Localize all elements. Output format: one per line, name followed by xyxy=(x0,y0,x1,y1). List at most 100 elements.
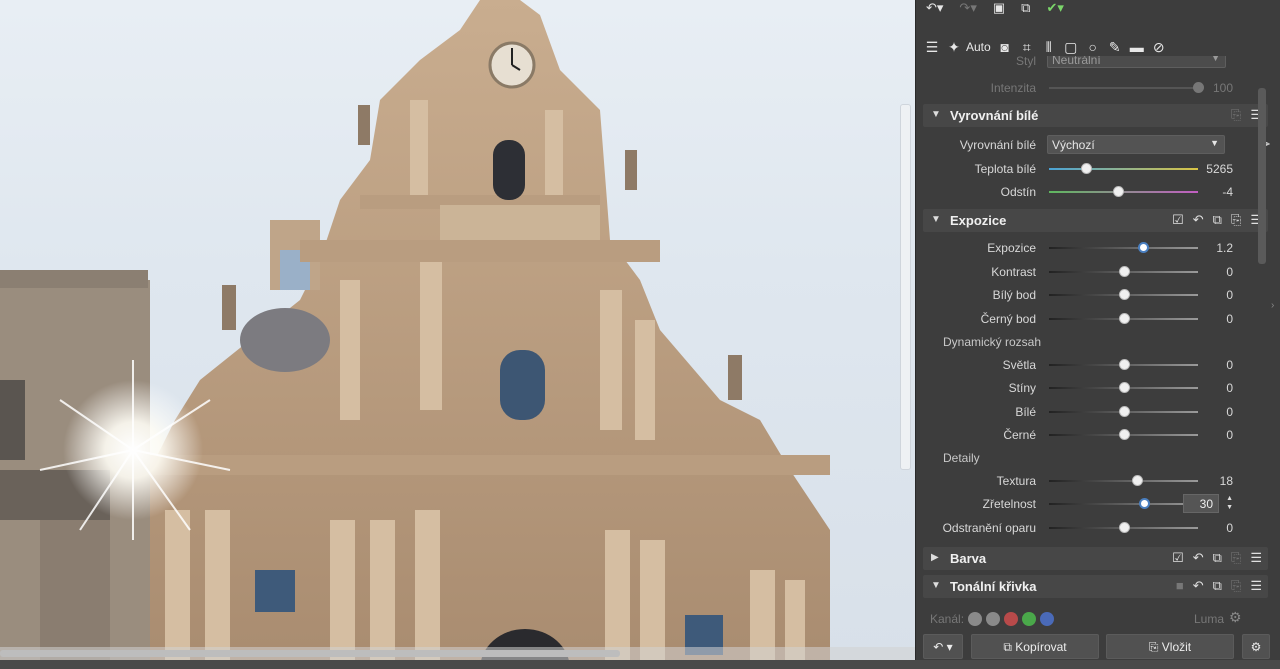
channel-red-swatch[interactable] xyxy=(1004,612,1019,626)
slider-row: Bílý bod 0 xyxy=(916,285,1261,305)
slider-label: Expozice xyxy=(987,241,1036,255)
slider-label: Černý bod xyxy=(980,311,1036,326)
slider-knob[interactable] xyxy=(1118,359,1130,370)
slider-knob[interactable] xyxy=(1118,312,1130,324)
intensity-knob[interactable] xyxy=(1193,82,1204,93)
slider-knob[interactable] xyxy=(1118,265,1130,277)
settings-button[interactable]: ⚙ xyxy=(1242,634,1270,659)
style-value: Neutrální xyxy=(1052,56,1101,67)
sliders-icon[interactable]: ☰ xyxy=(924,39,940,56)
reset-icon[interactable]: ↶ xyxy=(1193,578,1204,594)
slider-row: Černé 0 xyxy=(916,425,1261,445)
collapse-arrow-icon[interactable]: ▼ xyxy=(931,580,941,591)
checkbox-icon[interactable]: ☑ xyxy=(1172,212,1184,228)
channel-luma-swatch[interactable] xyxy=(986,612,1001,626)
channel-rgb-swatch[interactable] xyxy=(968,612,983,626)
value-input[interactable]: 30 xyxy=(1183,494,1219,514)
reset-icon[interactable]: ↶ xyxy=(1193,550,1204,566)
luma-label: Luma xyxy=(1194,612,1225,626)
style-label: Styl xyxy=(1015,56,1036,68)
perspective-icon[interactable]: ⫴ xyxy=(1041,39,1057,56)
circle-mask-icon[interactable]: ○ xyxy=(1085,39,1101,55)
wb-temp-knob[interactable] xyxy=(1081,163,1093,174)
slider-row: Stíny 0 xyxy=(916,378,1261,398)
preview-vertical-scrollbar[interactable] xyxy=(900,104,911,470)
camera-icon[interactable]: ◙ xyxy=(997,39,1013,55)
slider-label: Zřetelnost xyxy=(982,497,1036,512)
cathedral-photo xyxy=(0,0,830,669)
eraser-icon[interactable]: ▬ xyxy=(1129,39,1145,55)
slider-knob[interactable] xyxy=(1118,382,1130,394)
image-icon[interactable]: ▣ xyxy=(993,0,1005,15)
bandage-icon[interactable]: ⊘ xyxy=(1151,39,1167,56)
slider-value: 0 xyxy=(1226,358,1233,372)
paste-icon[interactable]: ⎘ xyxy=(1231,578,1241,594)
collapse-arrow-icon[interactable]: ▼ xyxy=(931,214,941,225)
paste-button[interactable]: ⎘ Vložit xyxy=(1106,634,1234,659)
wb-tint-knob[interactable] xyxy=(1112,186,1124,197)
white-balance-header[interactable]: ▼ Vyrovnání bílé ⎘ ☰ xyxy=(923,104,1268,127)
accept-icon[interactable]: ✔▾ xyxy=(1046,0,1063,15)
slider-track[interactable] xyxy=(1049,247,1198,249)
panel-scrollbar[interactable] xyxy=(1258,88,1266,264)
auto-button[interactable]: Auto xyxy=(966,40,991,54)
channel-selector: Kanál: xyxy=(930,611,1055,627)
copy-icon[interactable]: ⧉ xyxy=(1213,550,1222,566)
copy-label: Kopírovat xyxy=(1015,640,1067,654)
slider-label: Černé xyxy=(1003,427,1036,442)
channel-green-swatch[interactable] xyxy=(1022,612,1037,626)
slider-label: Bílé xyxy=(1015,404,1036,419)
copy-settings-icon[interactable]: ⎘ xyxy=(1231,107,1241,123)
panel-toggle-icon[interactable]: › xyxy=(1271,300,1274,311)
exposure-header[interactable]: ▼ Expozice ☑ ↶ ⧉ ⎘ ☰ xyxy=(923,209,1268,232)
slider-knob[interactable] xyxy=(1118,521,1130,533)
slider-knob[interactable] xyxy=(1118,405,1130,417)
slider-knob[interactable] xyxy=(1139,498,1151,510)
gear-icon[interactable]: ⚙ xyxy=(1229,609,1242,626)
slider-track[interactable] xyxy=(1049,480,1198,482)
slider-value: 0 xyxy=(1226,404,1233,419)
wb-tint-row: Odstín -4 xyxy=(916,182,1261,202)
paste-icon[interactable]: ⎘ xyxy=(1231,212,1241,228)
menu-icon[interactable]: ☰ xyxy=(1250,550,1262,566)
wb-preset-dropdown[interactable]: Výchozí ▼ xyxy=(1047,135,1225,154)
slider-knob[interactable] xyxy=(1137,242,1149,253)
redo-icon[interactable]: ↷▾ xyxy=(959,0,976,15)
slider-knob[interactable] xyxy=(1118,428,1130,440)
crop-icon[interactable]: ⌗ xyxy=(1019,39,1035,56)
color-header[interactable]: ▶ Barva ☑ ↶ ⧉ ⎘ ☰ xyxy=(923,547,1268,570)
tone-curve-header[interactable]: ▼ Tonální křivka ■ ↶ ⧉ ⎘ ☰ xyxy=(923,575,1268,598)
slider-row: Expozice 1.2 xyxy=(916,238,1261,258)
history-icon[interactable]: ↶▾ xyxy=(926,0,943,15)
magic-wand-icon[interactable]: ✦ xyxy=(946,39,962,56)
reset-icon[interactable]: ↶ xyxy=(1193,212,1204,228)
checkbox-icon[interactable]: ☑ xyxy=(1172,550,1184,566)
spinner-arrows-icon[interactable]: ▲ ▼ xyxy=(1226,494,1233,512)
compare-icon[interactable]: ⧉ xyxy=(1021,0,1030,15)
paste-icon[interactable]: ⎘ xyxy=(1231,550,1241,566)
style-dropdown[interactable]: Neutrální ▼ xyxy=(1047,56,1226,68)
slider-track[interactable] xyxy=(1049,503,1198,506)
channel-blue-swatch[interactable] xyxy=(1040,612,1055,626)
copy-icon[interactable]: ⧉ xyxy=(1213,212,1222,228)
slider-knob[interactable] xyxy=(1118,289,1130,300)
intensity-track[interactable] xyxy=(1049,87,1198,89)
wb-temp-track[interactable] xyxy=(1049,168,1198,170)
slider-row: Světla 0 xyxy=(916,355,1261,375)
copy-icon[interactable]: ⧉ xyxy=(1213,578,1222,594)
expand-arrow-icon[interactable]: ▶ xyxy=(931,552,939,563)
slider-value: 18 xyxy=(1219,474,1233,488)
brush-icon[interactable]: ✎ xyxy=(1107,39,1123,56)
slider-knob[interactable] xyxy=(1131,475,1143,486)
preview-scroll-thumb[interactable] xyxy=(0,650,620,657)
copy-button[interactable]: ⧉ Kopírovat xyxy=(971,634,1099,659)
undo-button[interactable]: ↶ ▾ xyxy=(923,634,963,659)
text-frame-icon[interactable]: ▢ xyxy=(1063,39,1079,56)
menu-icon[interactable]: ☰ xyxy=(1250,578,1262,594)
collapse-arrow-icon[interactable]: ▼ xyxy=(931,109,941,120)
checkbox-icon[interactable]: ■ xyxy=(1176,578,1184,594)
paste-icon: ⎘ xyxy=(1148,640,1162,654)
intensity-label: Intenzita xyxy=(990,81,1036,95)
wb-preset-row: Vyrovnání bílé Výchozí▼ ✒ xyxy=(916,135,1271,155)
slider-value: 0 xyxy=(1226,311,1233,326)
